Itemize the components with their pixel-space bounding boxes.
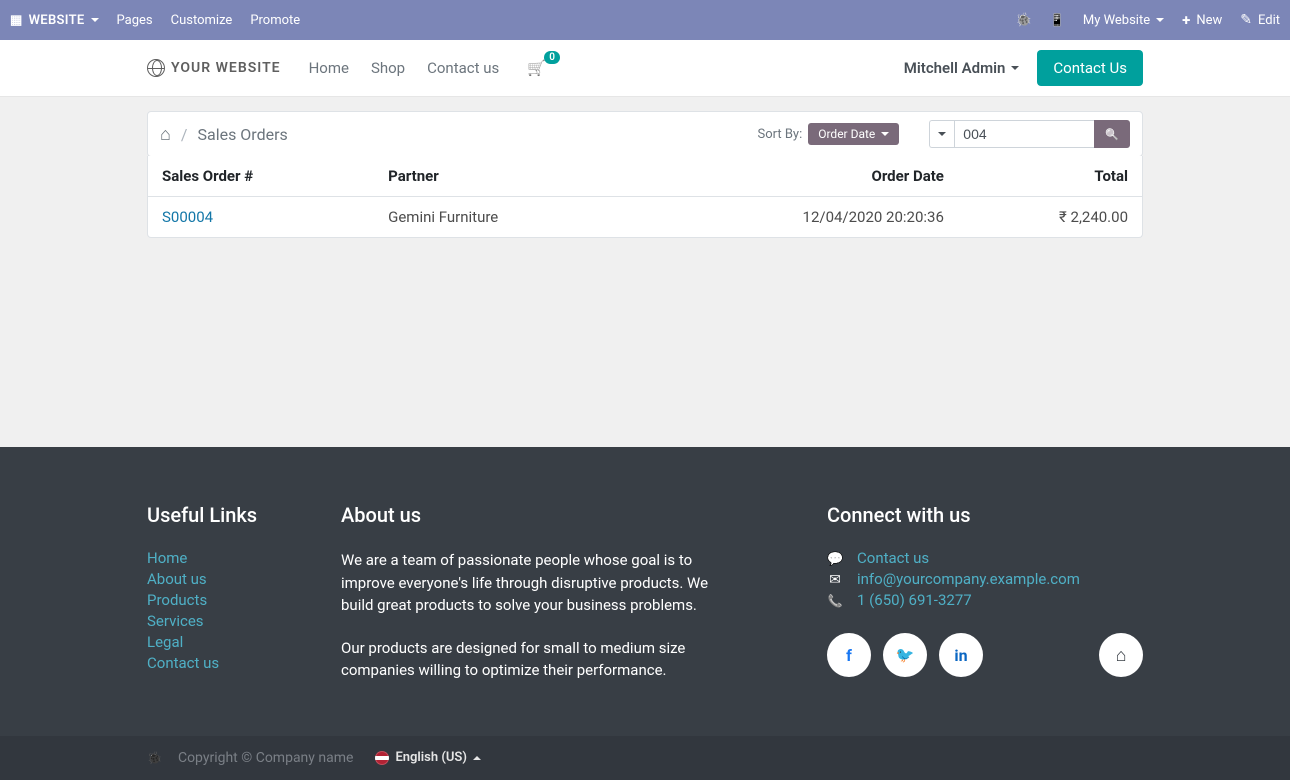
caret-down-icon xyxy=(1011,66,1019,70)
editor-bar: WEBSITE Pages Customize Promote My Websi… xyxy=(0,0,1290,40)
breadcrumb-current: Sales Orders xyxy=(197,125,287,144)
chat-icon xyxy=(827,549,843,567)
orders-table: Sales Order # Partner Order Date Total S… xyxy=(147,156,1143,238)
website-menu-button[interactable]: WEBSITE xyxy=(10,13,99,28)
pencil-icon xyxy=(1240,12,1252,28)
caret-down-icon xyxy=(1156,18,1164,22)
user-name: Mitchell Admin xyxy=(904,59,1006,77)
useful-links-title: Useful Links xyxy=(147,503,317,527)
breadcrumb: / Sales Orders xyxy=(160,124,288,145)
cart-badge: 0 xyxy=(544,51,560,64)
user-menu[interactable]: Mitchell Admin xyxy=(904,59,1020,77)
sort-by-label: Sort By: xyxy=(757,127,802,142)
col-date: Order Date xyxy=(636,156,958,197)
my-website-dropdown[interactable]: My Website xyxy=(1083,13,1164,28)
connect-email-link[interactable]: info@yourcompany.example.com xyxy=(857,570,1080,588)
table-row: S00004 Gemini Furniture 12/04/2020 20:20… xyxy=(148,197,1142,238)
nav-shop[interactable]: Shop xyxy=(371,59,405,77)
cart-button[interactable]: 0 xyxy=(527,59,546,77)
search-input[interactable] xyxy=(954,120,1094,148)
twitter-button[interactable]: 🐦 xyxy=(883,633,927,677)
language-label: English (US) xyxy=(395,750,466,765)
footer-link-home[interactable]: Home xyxy=(147,549,317,567)
toolbar: / Sales Orders Sort By: Order Date xyxy=(147,111,1143,157)
linkedin-button[interactable]: in xyxy=(939,633,983,677)
footer: Useful Links Home About us Products Serv… xyxy=(0,447,1290,736)
copyright-text: Copyright © Company name xyxy=(178,750,353,766)
connect-phone-link[interactable]: 1 (650) 691-3277 xyxy=(857,591,972,609)
order-link[interactable]: S00004 xyxy=(162,208,213,226)
footer-link-contact[interactable]: Contact us xyxy=(147,654,317,672)
edit-label: Edit xyxy=(1258,13,1280,28)
bug-icon[interactable] xyxy=(1016,13,1032,28)
contact-us-button[interactable]: Contact Us xyxy=(1037,50,1143,86)
edit-button[interactable]: Edit xyxy=(1240,12,1280,28)
cart-icon xyxy=(527,59,546,77)
connect-title: Connect with us xyxy=(827,503,1143,527)
nav-home[interactable]: Home xyxy=(309,59,349,77)
back-to-top-button[interactable] xyxy=(1099,633,1143,677)
footer-link-products[interactable]: Products xyxy=(147,591,317,609)
sort-by-value: Order Date xyxy=(818,127,875,141)
footer-link-about[interactable]: About us xyxy=(147,570,317,588)
caret-down-icon xyxy=(938,132,946,136)
breadcrumb-separator: / xyxy=(181,125,188,144)
new-label: New xyxy=(1196,13,1222,28)
mail-icon xyxy=(827,570,843,588)
home-icon xyxy=(1116,645,1127,666)
customize-button[interactable]: Customize xyxy=(171,13,233,28)
site-header: YOUR WEBSITE Home Shop Contact us 0 Mitc… xyxy=(0,40,1290,97)
caret-up-icon xyxy=(473,756,481,760)
home-icon[interactable] xyxy=(160,124,171,145)
phone-icon xyxy=(827,591,843,609)
facebook-button[interactable]: f xyxy=(827,633,871,677)
logo-text: YOUR WEBSITE xyxy=(171,60,281,76)
cell-date: 12/04/2020 20:20:36 xyxy=(636,197,958,238)
flag-icon xyxy=(375,751,389,765)
connect-contact-link[interactable]: Contact us xyxy=(857,549,929,567)
caret-down-icon xyxy=(91,18,99,22)
main-nav: Home Shop Contact us xyxy=(309,59,500,77)
nav-contact[interactable]: Contact us xyxy=(427,59,499,77)
search-button[interactable] xyxy=(1094,120,1130,148)
globe-icon xyxy=(147,59,165,77)
about-title: About us xyxy=(341,503,741,527)
my-website-label: My Website xyxy=(1083,13,1150,28)
grid-icon xyxy=(10,13,23,28)
col-total: Total xyxy=(958,156,1142,197)
promote-button[interactable]: Promote xyxy=(250,13,300,28)
about-paragraph-1: We are a team of passionate people whose… xyxy=(341,549,741,617)
sort-by-dropdown[interactable]: Order Date xyxy=(808,123,899,145)
bug-icon[interactable] xyxy=(147,750,162,766)
plus-icon xyxy=(1182,11,1190,29)
bottom-bar: Copyright © Company name English (US) xyxy=(0,736,1290,780)
search-scope-dropdown[interactable] xyxy=(929,120,954,148)
search-group xyxy=(929,120,1130,148)
col-partner: Partner xyxy=(374,156,636,197)
mobile-preview-icon[interactable] xyxy=(1050,13,1065,27)
language-selector[interactable]: English (US) xyxy=(375,750,480,765)
pages-button[interactable]: Pages xyxy=(117,13,153,28)
about-paragraph-2: Our products are designed for small to m… xyxy=(341,637,741,682)
logo[interactable]: YOUR WEBSITE xyxy=(147,59,281,77)
caret-down-icon xyxy=(881,132,889,136)
footer-link-services[interactable]: Services xyxy=(147,612,317,630)
cell-total: ₹ 2,240.00 xyxy=(958,197,1142,238)
footer-link-legal[interactable]: Legal xyxy=(147,633,317,651)
col-order: Sales Order # xyxy=(148,156,374,197)
new-button[interactable]: New xyxy=(1182,11,1222,29)
website-menu-label: WEBSITE xyxy=(29,13,85,28)
cell-partner: Gemini Furniture xyxy=(374,197,636,238)
search-icon xyxy=(1105,126,1119,142)
